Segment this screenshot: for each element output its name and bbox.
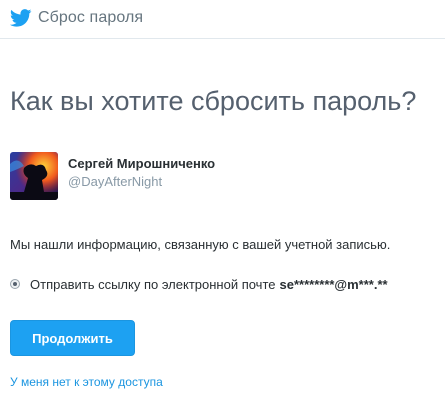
user-avatar-image — [10, 152, 58, 200]
avatar-graphic — [10, 152, 58, 200]
page-title: Как вы хотите сбросить пароль? — [10, 86, 417, 116]
masked-email: se********@m***.** — [279, 276, 388, 292]
email-reset-option[interactable]: Отправить ссылку по электронной почте se… — [10, 275, 388, 293]
info-message: Мы нашли информацию, связанную с вашей у… — [10, 237, 391, 252]
no-access-link[interactable]: У меня нет к этому доступа — [10, 375, 163, 389]
page-header: Сброс пароля — [0, 0, 445, 39]
twitter-bird-icon — [10, 9, 32, 27]
continue-button[interactable]: Продолжить — [10, 320, 135, 356]
header-title: Сброс пароля — [38, 9, 144, 26]
email-option-label: Отправить ссылку по электронной почте — [30, 276, 276, 292]
email-radio-button[interactable] — [10, 279, 20, 289]
user-handle: @DayAfterNight — [68, 174, 163, 189]
user-name: Сергей Мирошниченко — [68, 156, 216, 171]
radio-selected-dot — [13, 282, 17, 286]
